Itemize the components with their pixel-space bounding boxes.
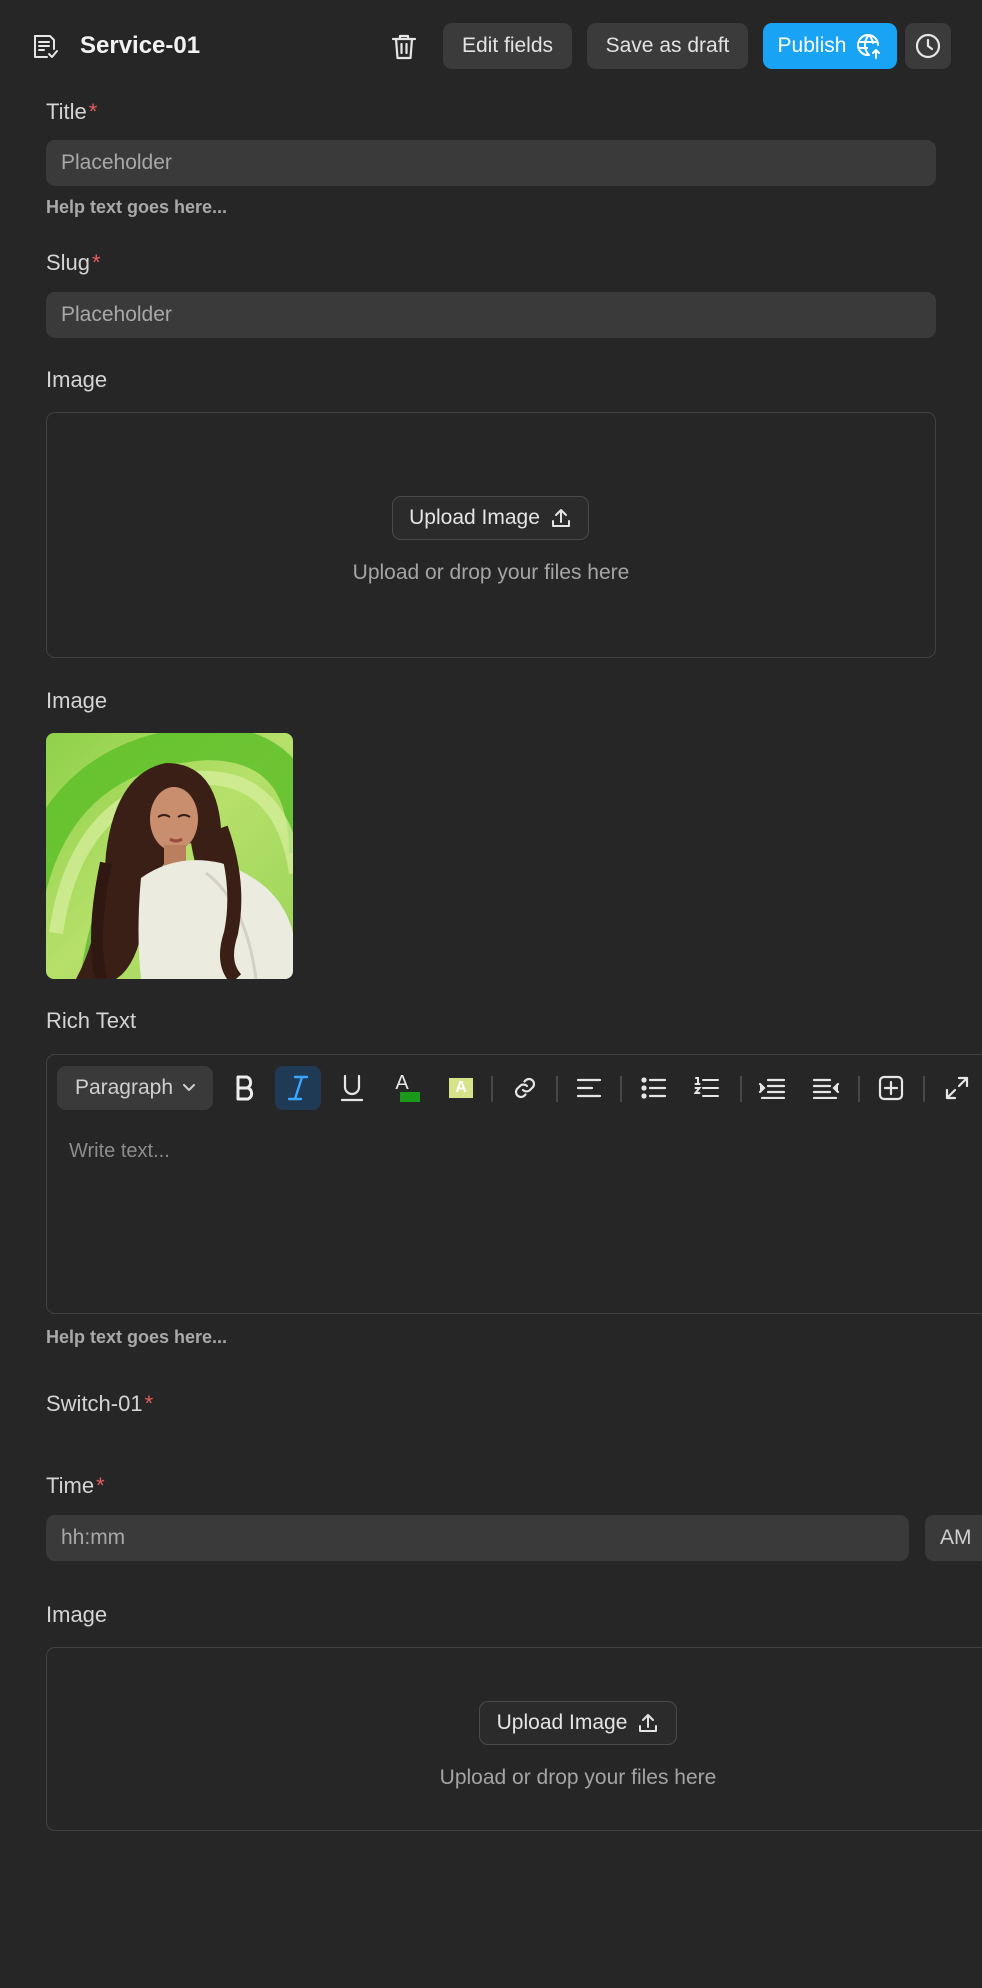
- globe-upload-icon: [857, 34, 881, 59]
- rich-text-placeholder: Write text...: [69, 1140, 170, 1162]
- required-marker: *: [88, 99, 98, 124]
- italic-button[interactable]: [275, 1066, 321, 1110]
- required-marker: *: [92, 250, 101, 275]
- upload-hint: Upload or drop your files here: [439, 1766, 717, 1789]
- title-placeholder: Placeholder: [61, 151, 172, 174]
- delete-button[interactable]: [389, 31, 419, 63]
- history-button[interactable]: [905, 23, 951, 69]
- bold-button[interactable]: [228, 1066, 264, 1110]
- rich-text-help-text: Help text goes here...: [46, 1327, 228, 1347]
- underline-button[interactable]: [334, 1066, 370, 1110]
- upload-image-label: Upload Image: [409, 506, 540, 529]
- edit-fields-button[interactable]: Edit fields: [443, 23, 572, 69]
- bold-icon: [236, 1075, 254, 1101]
- upload-hint: Upload or drop your files here: [352, 561, 630, 584]
- title-input[interactable]: Placeholder: [46, 140, 936, 186]
- uploaded-photo[interactable]: [46, 733, 293, 979]
- image-label: Image: [46, 1602, 108, 1627]
- outdent-icon: [758, 1078, 786, 1099]
- indent-button[interactable]: [808, 1066, 844, 1110]
- align-left-button[interactable]: [571, 1066, 607, 1110]
- rich-text-label: Rich Text: [46, 1008, 137, 1033]
- am-pm-value: AM: [940, 1526, 972, 1549]
- numbered-list-button[interactable]: [689, 1066, 725, 1110]
- upload-icon: [639, 1714, 658, 1732]
- title-label: Title*: [46, 99, 98, 124]
- expand-button[interactable]: [939, 1066, 975, 1110]
- time-placeholder: hh:mm: [61, 1526, 126, 1549]
- link-button[interactable]: [507, 1066, 543, 1110]
- text-color-button[interactable]: A: [386, 1066, 426, 1110]
- required-marker: *: [144, 1391, 154, 1416]
- upload-image-label: Upload Image: [496, 1711, 628, 1734]
- required-marker: *: [96, 1473, 105, 1498]
- upload-icon: [551, 509, 570, 527]
- page-title: Service-01: [80, 32, 201, 59]
- clock-icon: [915, 33, 941, 59]
- switch-label: Switch-01*: [46, 1391, 154, 1416]
- slug-placeholder: Placeholder: [61, 303, 172, 326]
- slug-input[interactable]: Placeholder: [46, 292, 936, 338]
- italic-icon: [287, 1075, 309, 1101]
- block-type-dropdown[interactable]: Paragraph: [57, 1066, 213, 1110]
- upload-image-button[interactable]: Upload Image: [479, 1701, 677, 1745]
- block-type-value: Paragraph: [74, 1076, 174, 1099]
- time-label: Time*: [46, 1473, 105, 1498]
- title-help-text: Help text goes here...: [46, 197, 228, 217]
- underline-icon: [340, 1074, 364, 1102]
- publish-label: Publish: [777, 34, 847, 57]
- chevron-down-icon: [183, 1084, 196, 1091]
- bullet-list-button[interactable]: [636, 1066, 672, 1110]
- publish-button[interactable]: Publish: [763, 23, 897, 69]
- numbered-list-icon: [694, 1077, 719, 1097]
- save-as-draft-button[interactable]: Save as draft: [587, 23, 748, 69]
- time-input[interactable]: hh:mm: [46, 1515, 909, 1561]
- link-icon: [514, 1077, 536, 1099]
- bullet-list-icon: [641, 1077, 667, 1099]
- highlight-icon: A: [449, 1078, 473, 1098]
- image-label: Image: [46, 688, 108, 713]
- expand-icon: [945, 1076, 969, 1100]
- insert-button[interactable]: [873, 1066, 909, 1110]
- insert-icon: [878, 1075, 904, 1101]
- image-label: Image: [46, 367, 108, 392]
- slug-label: Slug*: [46, 250, 101, 275]
- align-left-icon: [576, 1078, 602, 1098]
- upload-image-button[interactable]: Upload Image: [392, 496, 589, 540]
- trash-icon: [391, 34, 417, 60]
- highlight-button[interactable]: A: [443, 1066, 479, 1110]
- text-color-icon: A: [395, 1072, 409, 1094]
- outdent-button[interactable]: [754, 1066, 790, 1110]
- indent-icon: [812, 1078, 840, 1099]
- am-pm-select[interactable]: AM: [925, 1515, 982, 1561]
- document-icon: [31, 33, 59, 61]
- text-color-swatch: [400, 1092, 420, 1102]
